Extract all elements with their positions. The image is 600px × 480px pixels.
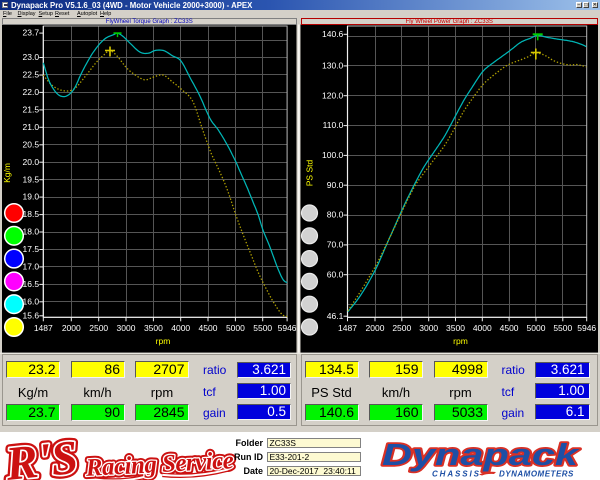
svg-text:Dynapack: Dynapack <box>382 437 580 472</box>
svg-text:4500: 4500 <box>199 323 218 333</box>
svg-text:23.0: 23.0 <box>23 52 40 62</box>
svg-text:3500: 3500 <box>446 323 465 333</box>
svg-text:21.5: 21.5 <box>23 105 40 115</box>
svg-text:22.5: 22.5 <box>23 70 40 80</box>
svg-text:Kg/m: Kg/m <box>2 163 12 183</box>
svg-text:60.0: 60.0 <box>327 269 344 279</box>
svg-text:2000: 2000 <box>62 323 81 333</box>
svg-text:17.5: 17.5 <box>23 244 40 254</box>
svg-text:18.5: 18.5 <box>23 209 40 219</box>
svg-text:Racing Service: Racing Service <box>84 447 234 480</box>
svg-text:5946: 5946 <box>577 323 596 333</box>
svg-text:21.0: 21.0 <box>23 122 40 132</box>
svg-text:1487: 1487 <box>34 323 53 333</box>
svg-text:PS Std: PS Std <box>305 160 315 187</box>
svg-text:19.0: 19.0 <box>23 192 40 202</box>
svg-text:17.0: 17.0 <box>23 262 40 272</box>
svg-text:22.0: 22.0 <box>23 87 40 97</box>
svg-text:20.0: 20.0 <box>23 157 40 167</box>
svg-text:1487: 1487 <box>338 323 357 333</box>
svg-text:80.0: 80.0 <box>327 210 344 220</box>
svg-text:2000: 2000 <box>366 323 385 333</box>
svg-text:rpm: rpm <box>156 336 171 346</box>
svg-text:3500: 3500 <box>144 323 163 333</box>
svg-text:5500: 5500 <box>253 323 272 333</box>
svg-text:3000: 3000 <box>419 323 438 333</box>
svg-text:5000: 5000 <box>226 323 245 333</box>
svg-text:110.0: 110.0 <box>323 120 344 130</box>
svg-text:23.7: 23.7 <box>23 28 40 38</box>
svg-text:2500: 2500 <box>89 323 108 333</box>
svg-text:19.5: 19.5 <box>23 174 40 184</box>
svg-text:46.1: 46.1 <box>327 311 344 321</box>
svg-text:140.6: 140.6 <box>322 29 344 39</box>
svg-text:120.0: 120.0 <box>322 90 344 100</box>
svg-text:4500: 4500 <box>500 323 519 333</box>
svg-text:20.5: 20.5 <box>23 139 40 149</box>
svg-text:R'S: R'S <box>2 432 80 480</box>
svg-text:5946: 5946 <box>278 323 297 333</box>
svg-text:130.0: 130.0 <box>322 61 344 71</box>
svg-text:CHASSIS: CHASSIS <box>432 470 481 479</box>
svg-text:4000: 4000 <box>171 323 190 333</box>
svg-text:15.6: 15.6 <box>23 310 40 320</box>
svg-text:5500: 5500 <box>553 323 572 333</box>
svg-text:4000: 4000 <box>473 323 492 333</box>
svg-text:90.0: 90.0 <box>327 180 344 190</box>
svg-text:18.0: 18.0 <box>23 227 40 237</box>
svg-text:5000: 5000 <box>527 323 546 333</box>
svg-text:16.0: 16.0 <box>23 296 40 306</box>
svg-text:70.0: 70.0 <box>327 240 344 250</box>
svg-text:2500: 2500 <box>392 323 411 333</box>
svg-text:100.0: 100.0 <box>322 150 344 160</box>
svg-text:16.5: 16.5 <box>23 279 40 289</box>
svg-text:rpm: rpm <box>453 336 468 346</box>
svg-text:3000: 3000 <box>117 323 136 333</box>
svg-text:DYNAMOMETERS: DYNAMOMETERS <box>499 470 574 479</box>
